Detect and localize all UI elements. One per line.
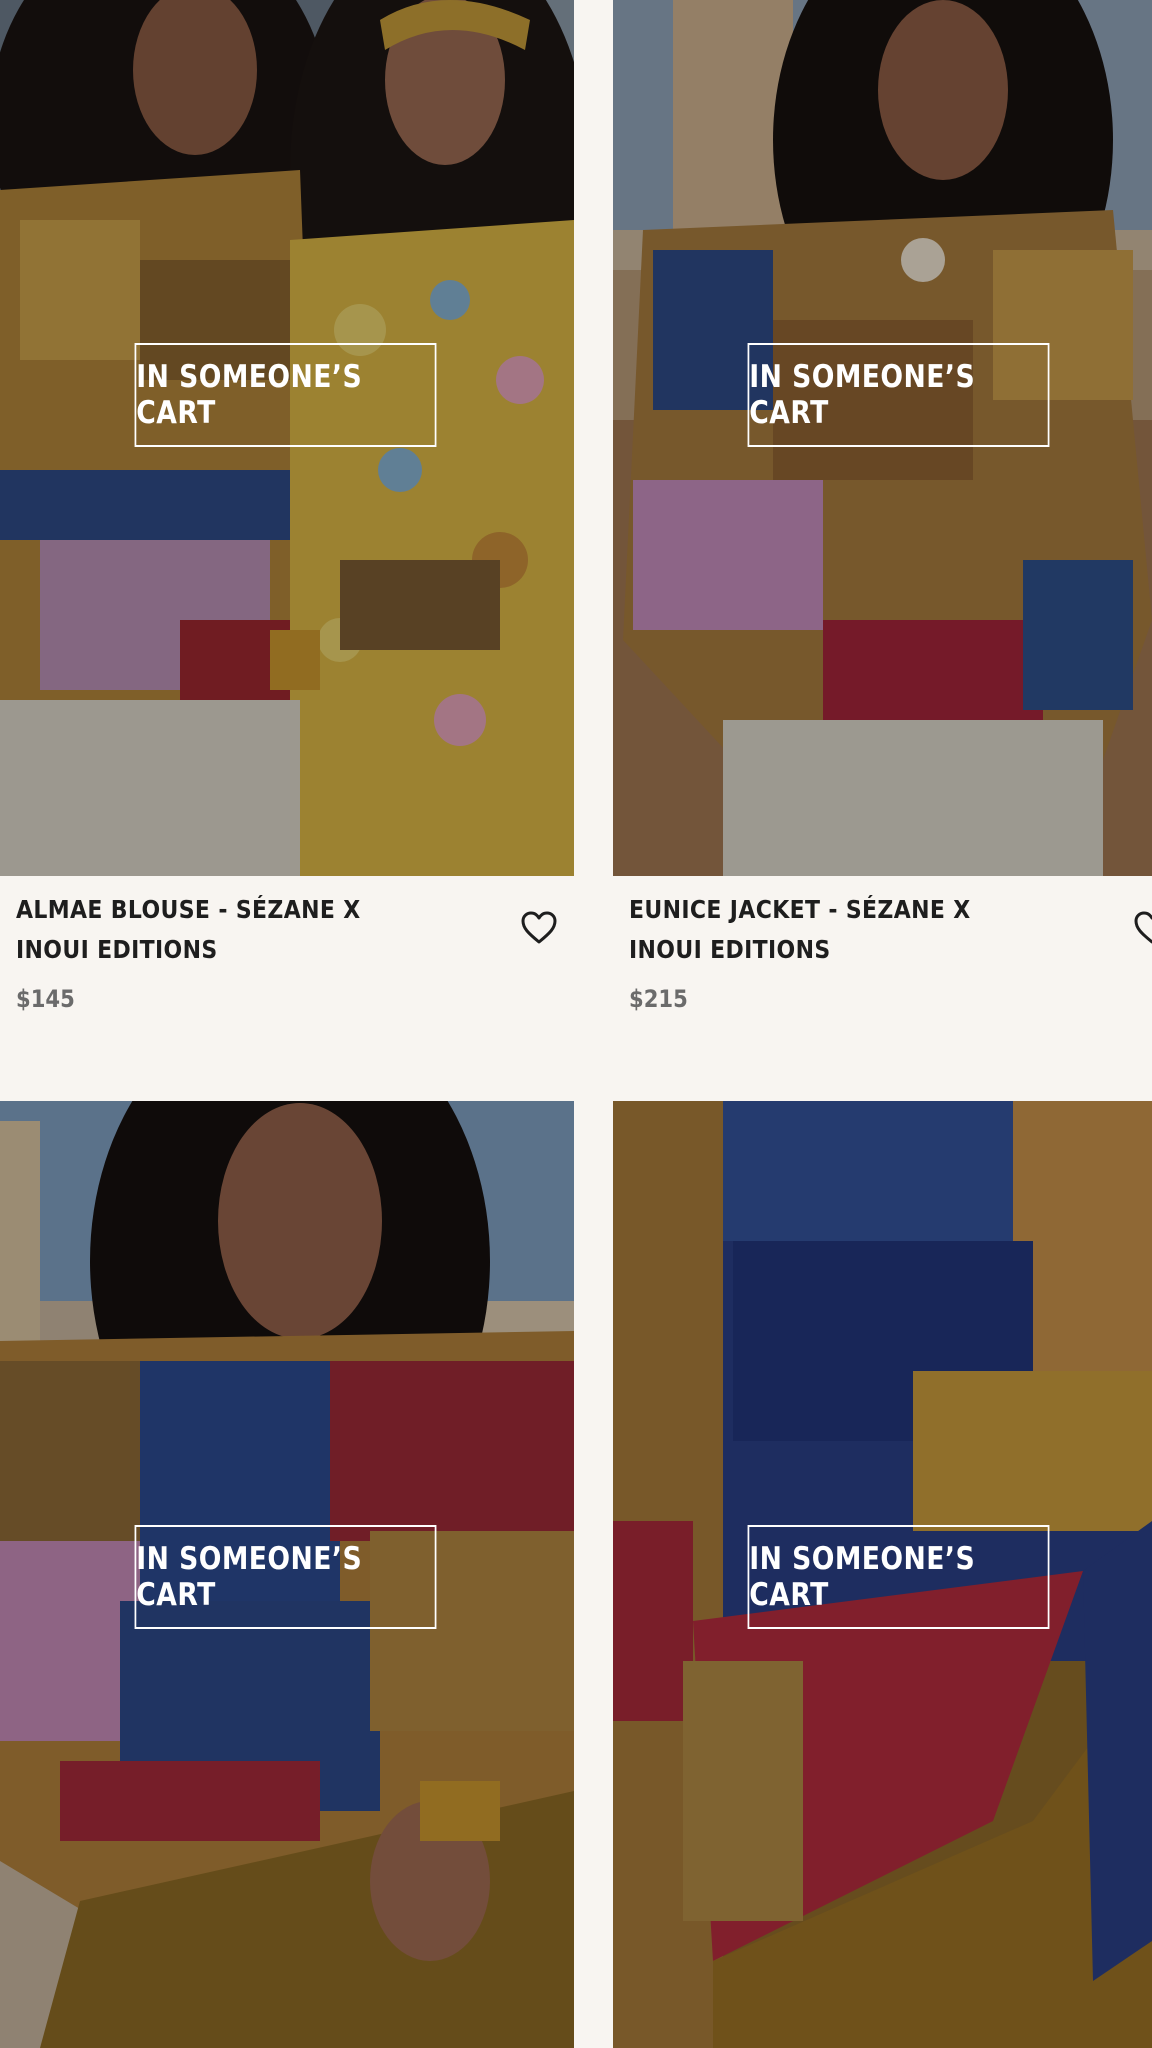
product-info: EUNICE JACKET - SÉZANE X INOUI EDITIONS … [629,876,1152,1076]
product-title[interactable]: EUNICE JACKET - SÉZANE X INOUI EDITIONS [629,890,1051,970]
heart-outline-icon[interactable] [1133,910,1152,946]
product-card[interactable]: IN SOMEONE’S CART [613,0,1152,876]
product-price: $145 [16,985,75,1013]
in-cart-badge: IN SOMEONE’S CART [134,1525,437,1629]
in-cart-badge: IN SOMEONE’S CART [747,1525,1050,1629]
product-price: $215 [629,985,688,1013]
product-title[interactable]: ALMAE BLOUSE - SÉZANE X INOUI EDITIONS [16,890,438,970]
in-cart-badge: IN SOMEONE’S CART [134,343,437,447]
product-card[interactable]: IN SOMEONE’S CART [613,1101,1152,2048]
in-cart-badge: IN SOMEONE’S CART [747,343,1050,447]
product-info: ALMAE BLOUSE - SÉZANE X INOUI EDITIONS $… [16,876,576,1076]
heart-outline-icon[interactable] [520,910,558,946]
product-grid: IN SOMEONE’S CART ALMAE BLOUSE - SÉZANE … [0,0,1152,2048]
product-card[interactable]: IN SOMEONE’S CART [0,0,574,876]
product-card[interactable]: IN SOMEONE’S CART [0,1101,574,2048]
